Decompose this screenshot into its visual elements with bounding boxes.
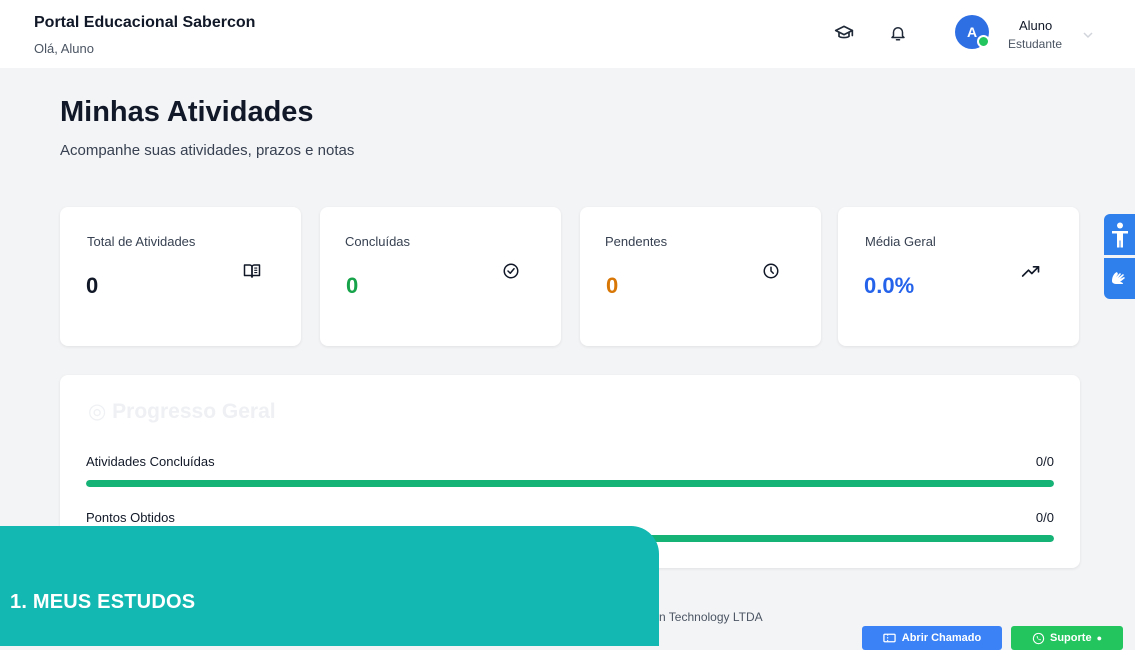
stat-value: 0 [86, 273, 99, 298]
progress-count: 0/0 [1035, 454, 1054, 469]
stat-card-media: Média Geral 0.0% [838, 207, 1079, 346]
portal-title: Portal Educacional Sabercon [34, 14, 256, 31]
progress-bar [86, 480, 1054, 487]
user-name[interactable]: Aluno [1019, 18, 1052, 33]
notifications-bell-icon[interactable] [887, 22, 909, 44]
footer-copyright: n Technology LTDA [659, 610, 763, 624]
trending-up-icon [1021, 261, 1041, 281]
online-status-dot [977, 35, 990, 48]
top-bar: Portal Educacional Sabercon Olá, Aluno A… [0, 0, 1135, 68]
online-dot: ● [1096, 633, 1102, 643]
stat-card-concluidas: Concluídas 0 [320, 207, 561, 346]
page-subtitle: Acompanhe suas atividades, prazos e nota… [60, 142, 355, 159]
banner-text: 1. MEUS ESTUDOS [10, 591, 196, 613]
progress-label: Pontos Obtidos [86, 510, 175, 525]
stat-label: Pendentes [605, 234, 668, 249]
progress-count: 0/0 [1035, 510, 1054, 525]
page-title: Minhas Atividades [60, 96, 314, 128]
progress-fill [86, 480, 1054, 487]
stat-label: Total de Atividades [87, 234, 196, 249]
stat-value: 0.0% [864, 273, 915, 298]
book-open-icon [242, 261, 262, 281]
stat-value: 0 [606, 273, 619, 298]
stat-label: Média Geral [865, 234, 936, 249]
abrir-chamado-button[interactable]: Abrir Chamado [862, 626, 1002, 650]
check-circle-icon [501, 261, 521, 281]
sign-language-icon[interactable] [1104, 258, 1135, 299]
progress-label: Atividades Concluídas [86, 454, 215, 469]
graduation-cap-icon[interactable] [833, 22, 855, 44]
stat-card-total: Total de Atividades 0 [60, 207, 301, 346]
stat-card-pendentes: Pendentes 0 [580, 207, 821, 346]
suporte-label: Suporte [1050, 632, 1092, 644]
stat-label: Concluídas [345, 234, 411, 249]
user-role: Estudante [1008, 37, 1063, 51]
avatar-initial: A [966, 24, 978, 40]
suporte-button[interactable]: Suporte ● [1011, 626, 1123, 650]
chevron-down-icon[interactable] [1083, 26, 1093, 44]
accessibility-icon[interactable] [1104, 214, 1135, 255]
whatsapp-icon [1032, 632, 1045, 644]
abrir-chamado-label: Abrir Chamado [901, 632, 982, 644]
ticket-icon [883, 633, 896, 643]
course-section-banner: 1. MEUS ESTUDOS [0, 526, 659, 646]
progress-heading: ◎ Progresso Geral [88, 400, 276, 423]
user-avatar[interactable]: A [955, 15, 990, 49]
clock-icon [761, 261, 781, 281]
stat-value: 0 [346, 273, 359, 298]
greeting-text: Olá, Aluno [34, 41, 94, 56]
